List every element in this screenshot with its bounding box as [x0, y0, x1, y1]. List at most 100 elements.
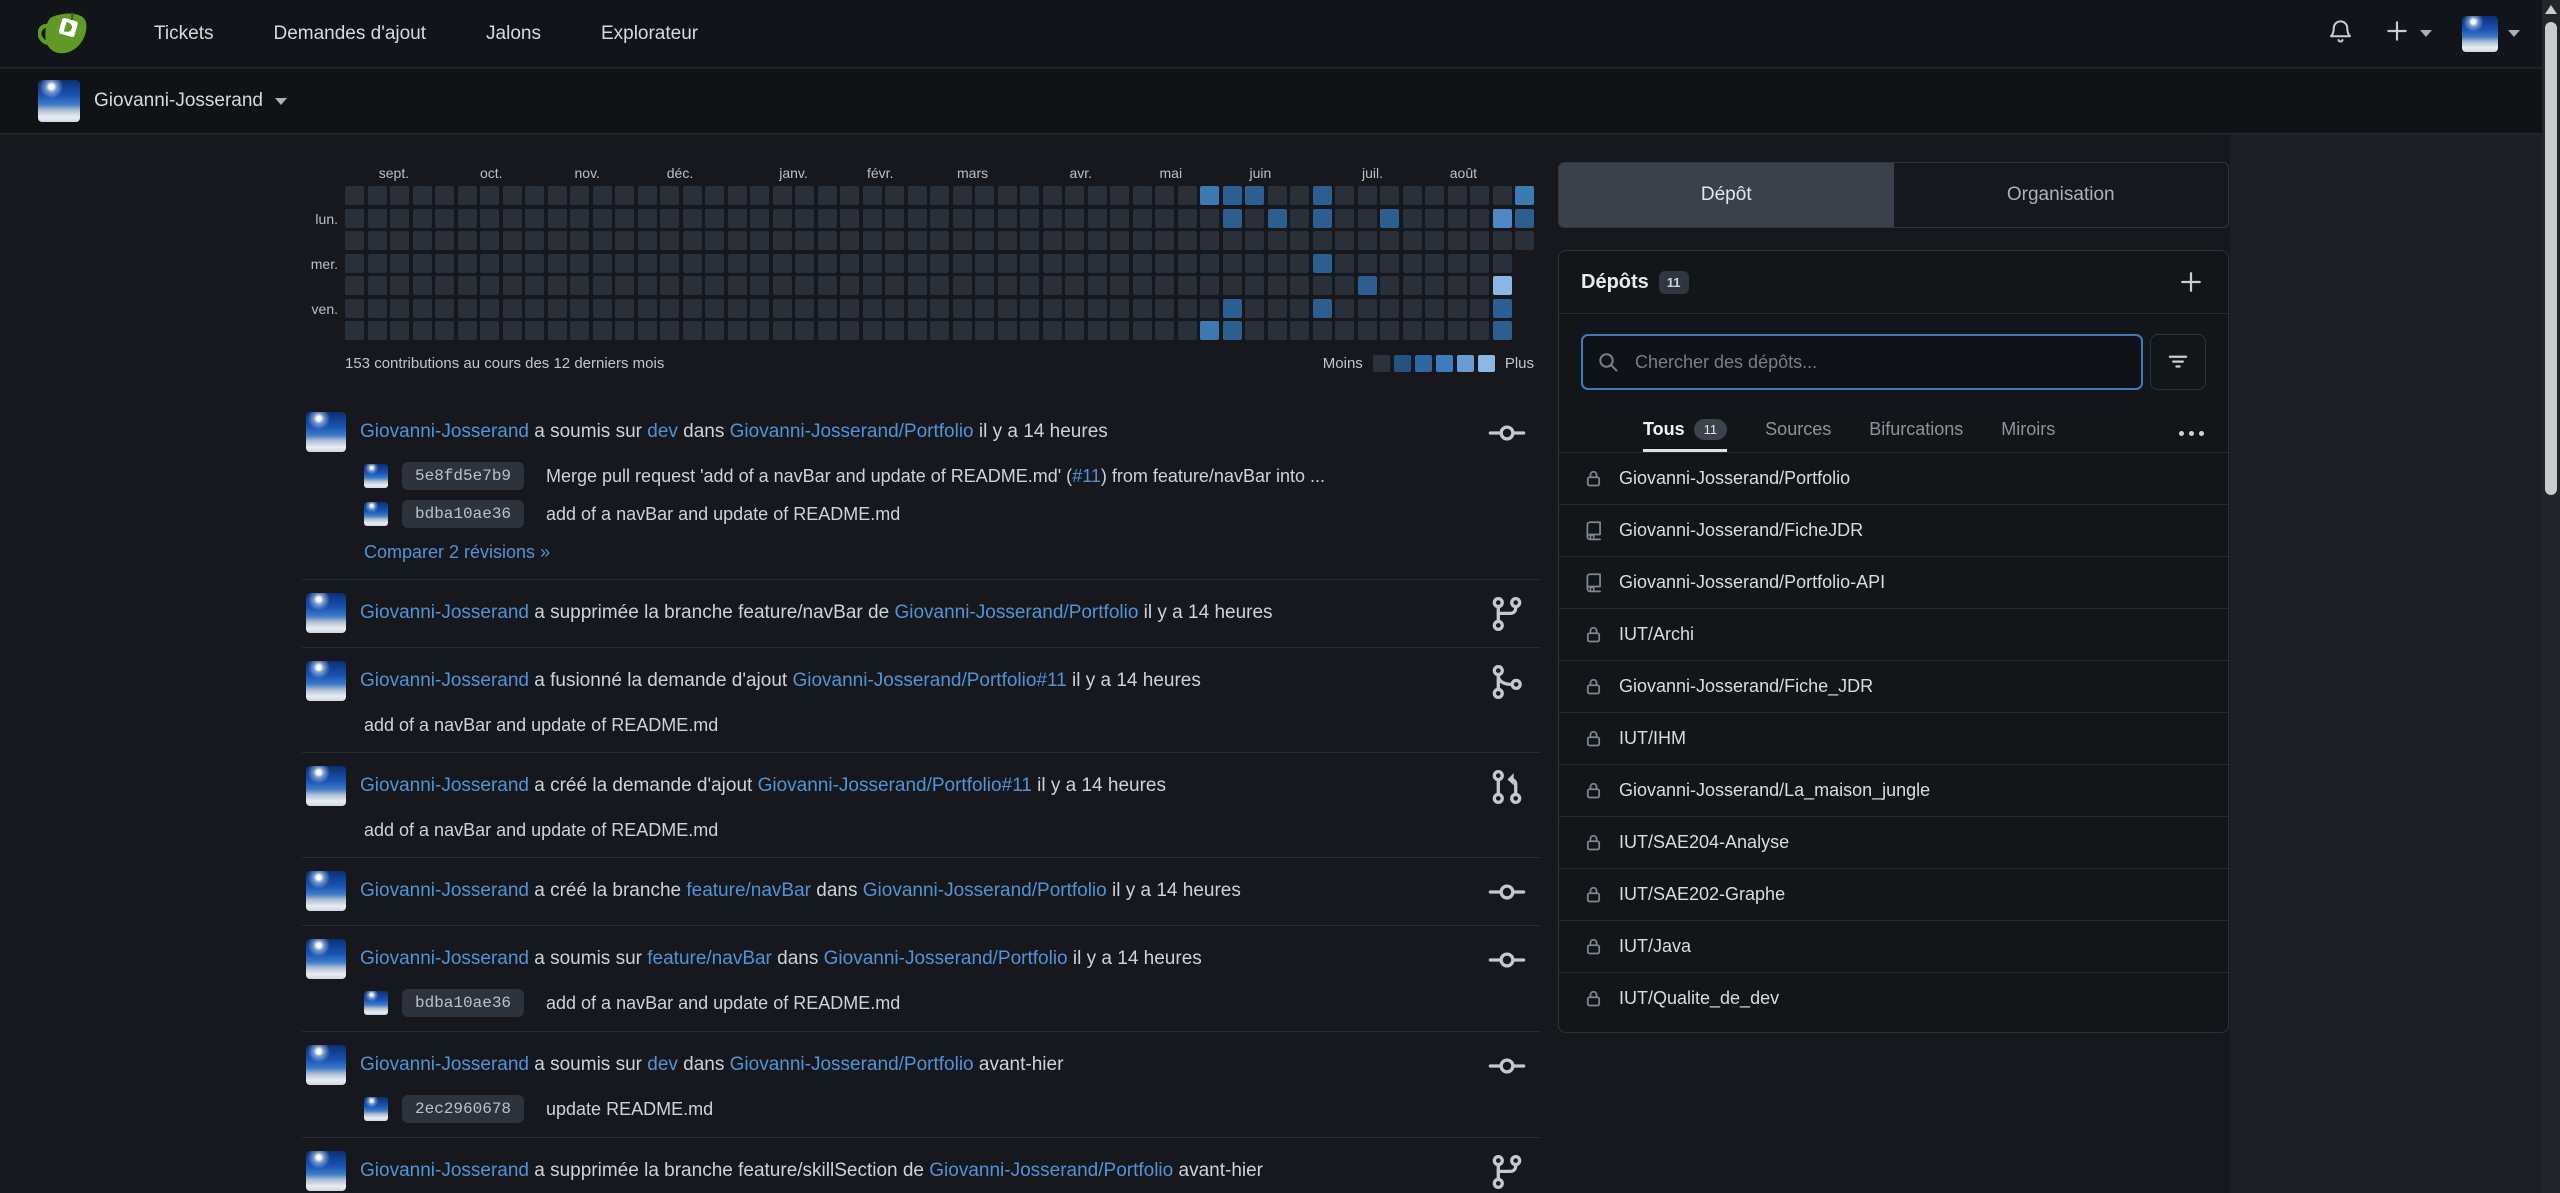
user-avatar[interactable]	[306, 1151, 346, 1191]
add-repo-button[interactable]	[2176, 267, 2206, 297]
repo-filter-tous[interactable]: Tous11	[1643, 419, 1727, 452]
profile-avatar[interactable]	[38, 80, 80, 122]
heatmap-cell	[638, 276, 657, 295]
heatmap-cell	[1088, 209, 1107, 228]
heatmap-cell	[750, 321, 769, 340]
repo-list-item[interactable]: IUT/IHM	[1559, 712, 2228, 764]
feed-link[interactable]: Giovanni-Josserand	[360, 421, 529, 442]
nav-item-explorateur[interactable]: Explorateur	[577, 13, 722, 55]
heatmap-footer: 153 contributions au cours des 12 dernie…	[345, 355, 1534, 372]
heatmap-cell	[953, 209, 972, 228]
heatmap-cell	[1470, 299, 1489, 318]
heatmap-cell	[1155, 209, 1174, 228]
repo-list-item[interactable]: Giovanni-Josserand/FicheJDR	[1559, 504, 2228, 556]
feed-link[interactable]: Giovanni-Josserand/Portfolio	[863, 880, 1107, 901]
feed-link[interactable]: Giovanni-Josserand/Portfolio	[894, 602, 1138, 623]
plus-icon	[2384, 18, 2410, 49]
repo-list-item[interactable]: Giovanni-Josserand/Portfolio-API	[1559, 556, 2228, 608]
feed-link[interactable]: Giovanni-Josserand/Portfolio	[730, 421, 974, 442]
compare-revisions-link[interactable]: Comparer 2 révisions »	[364, 542, 550, 563]
repo-filter-sources[interactable]: Sources	[1765, 419, 1831, 452]
feed-link[interactable]: Giovanni-Josserand	[360, 602, 529, 623]
commit-msg-text: add of a navBar and update of README.md	[546, 993, 900, 1013]
feed-link[interactable]: Giovanni-Josserand/Portfolio	[730, 1054, 974, 1075]
nav-item-tickets[interactable]: Tickets	[130, 13, 237, 55]
heatmap-cell	[1178, 254, 1197, 273]
heatmap-cell	[435, 209, 454, 228]
heatmap-cell	[1043, 254, 1062, 273]
commit-sha-link[interactable]: 2ec2960678	[402, 1095, 524, 1123]
heatmap-cell	[953, 299, 972, 318]
notifications-button[interactable]	[2327, 18, 2354, 50]
switcher-tab-d-p-t[interactable]: Dépôt	[1559, 163, 1894, 227]
heatmap-cell	[458, 209, 477, 228]
user-avatar[interactable]	[306, 939, 346, 979]
feed-link[interactable]: Giovanni-Josserand/Portfolio#11	[758, 775, 1032, 796]
heatmap-cell	[1178, 209, 1197, 228]
page-scrollbar[interactable]	[2542, 0, 2560, 1193]
commit-sha-link[interactable]: 5e8fd5e7b9	[402, 462, 524, 490]
heatmap-cell	[615, 186, 634, 205]
create-new-button[interactable]	[2384, 18, 2432, 49]
repo-filter-bifurcations[interactable]: Bifurcations	[1869, 419, 1963, 452]
user-avatar[interactable]	[306, 766, 346, 806]
repo-list-item[interactable]: Giovanni-Josserand/Portfolio	[1559, 452, 2228, 504]
feed-link[interactable]: dev	[647, 1054, 678, 1075]
heatmap-cell	[818, 276, 837, 295]
repo-list-item[interactable]: Giovanni-Josserand/Fiche_JDR	[1559, 660, 2228, 712]
user-avatar[interactable]	[306, 412, 346, 452]
repo-name: IUT/SAE202-Graphe	[1619, 884, 1785, 905]
user-avatar[interactable]	[306, 871, 346, 911]
feed-link[interactable]: Giovanni-Josserand/Portfolio	[824, 948, 1068, 969]
user-menu-button[interactable]	[2462, 16, 2520, 52]
heatmap-cell	[930, 299, 949, 318]
repo-list-item[interactable]: Giovanni-Josserand/La_maison_jungle	[1559, 764, 2228, 816]
profile-name-dropdown[interactable]: Giovanni-Josserand	[94, 90, 263, 112]
chevron-down-icon[interactable]	[275, 98, 287, 105]
commit-msg-link[interactable]: #11	[1072, 466, 1101, 486]
feed-link[interactable]: feature/navBar	[647, 948, 772, 969]
user-avatar[interactable]	[306, 661, 346, 701]
feed-link[interactable]: feature/navBar	[686, 880, 811, 901]
heatmap-cell	[1448, 299, 1467, 318]
search-repos-input[interactable]	[1581, 334, 2143, 390]
user-avatar[interactable]	[306, 1045, 346, 1085]
heatmap-cell	[593, 231, 612, 250]
repo-list-item[interactable]: IUT/SAE202-Graphe	[1559, 868, 2228, 920]
feed-link[interactable]: Giovanni-Josserand/Portfolio	[929, 1160, 1173, 1181]
heatmap-cell	[1020, 231, 1039, 250]
lock-icon	[1583, 780, 1604, 801]
gitea-logo[interactable]	[38, 8, 90, 60]
user-avatar[interactable]	[306, 593, 346, 633]
heatmap-month-label: févr.	[867, 165, 893, 181]
heatmap-cell	[1065, 299, 1084, 318]
feed-link[interactable]: Giovanni-Josserand	[360, 775, 529, 796]
switcher-tab-organisation[interactable]: Organisation	[1894, 163, 2229, 227]
feed-link[interactable]: Giovanni-Josserand	[360, 1160, 529, 1181]
heatmap-cell	[1065, 254, 1084, 273]
nav-item-jalons[interactable]: Jalons	[462, 13, 565, 55]
commit-sha-link[interactable]: bdba10ae36	[402, 989, 524, 1017]
heatmap-cell	[1110, 231, 1129, 250]
repo-list-item[interactable]: IUT/SAE204-Analyse	[1559, 816, 2228, 868]
feed-link[interactable]: Giovanni-Josserand	[360, 948, 529, 969]
commit-sha-link[interactable]: bdba10ae36	[402, 500, 524, 528]
feed-link[interactable]: Giovanni-Josserand	[360, 670, 529, 691]
scroll-up-arrow-icon[interactable]	[2545, 5, 2557, 14]
filter-button[interactable]	[2150, 334, 2206, 390]
nav-item-demandes-d-ajout[interactable]: Demandes d'ajout	[249, 13, 450, 55]
scrollbar-thumb[interactable]	[2545, 22, 2557, 495]
feed-link[interactable]: Giovanni-Josserand	[360, 880, 529, 901]
heatmap-cell	[503, 186, 522, 205]
feed-link[interactable]: Giovanni-Josserand/Portfolio#11	[792, 670, 1066, 691]
repo-list-item[interactable]: IUT/Archi	[1559, 608, 2228, 660]
heatmap-cell	[1335, 231, 1354, 250]
repo-list-item[interactable]: IUT/Qualite_de_dev	[1559, 972, 2228, 1024]
repo-filter-miroirs[interactable]: Miroirs	[2001, 419, 2055, 452]
ellipsis-menu-button[interactable]	[2179, 431, 2204, 452]
heatmap-cell	[818, 299, 837, 318]
feed-link[interactable]: Giovanni-Josserand	[360, 1054, 529, 1075]
feed-link[interactable]: dev	[647, 421, 678, 442]
repo-list-item[interactable]: IUT/Java	[1559, 920, 2228, 972]
lock-icon	[1583, 676, 1604, 697]
